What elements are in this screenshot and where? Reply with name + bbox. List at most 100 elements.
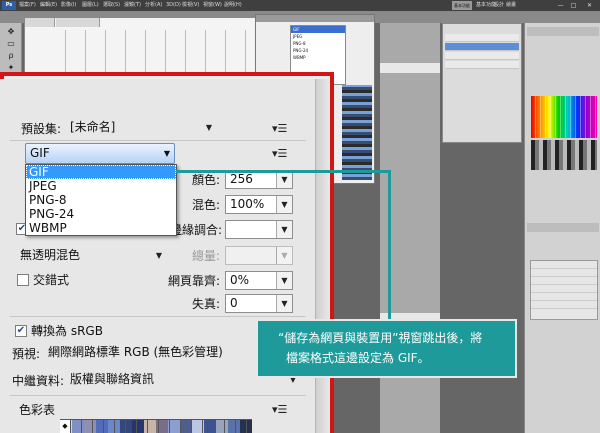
metadata-label: 中繼資料:	[12, 374, 65, 388]
layer-row[interactable]	[445, 52, 519, 60]
file-format-dropdown-list: GIF JPEG PNG-8 PNG-24 WBMP	[25, 164, 177, 236]
chevron-down-icon: ▼	[155, 251, 163, 260]
menu-layer[interactable]: 圖層(L)	[82, 0, 99, 11]
chevron-down-icon: ▼	[276, 295, 292, 312]
workspace-essentials-button[interactable]: 基本功能	[452, 1, 472, 10]
list-item: PNG-24	[293, 48, 309, 53]
dither-select[interactable]: 100% ▼	[225, 195, 293, 214]
layers-panel	[442, 23, 522, 143]
format-option-wbmp[interactable]: WBMP	[26, 221, 176, 235]
callout-connector	[388, 170, 391, 321]
menu-3d[interactable]: 3D(D)	[166, 0, 181, 11]
action-row[interactable]	[531, 293, 597, 301]
menu-view[interactable]: 檢視(V)	[182, 0, 199, 11]
color-table-swatch[interactable]: ◆	[60, 420, 71, 433]
menu-bar: Ps 檔案(F) 編輯(E) 影像(I) 圖層(L) 選取(S) 濾鏡(T) 分…	[0, 0, 600, 11]
workspace-option[interactable]: 繪畫	[506, 0, 516, 11]
interlaced-checkbox[interactable]	[17, 274, 29, 286]
lossy-select[interactable]: 0 ▼	[225, 294, 293, 313]
move-tool-icon[interactable]: ✥	[4, 27, 18, 37]
convert-srgb-label: 轉換為 sRGB	[31, 324, 103, 338]
file-format-value: GIF	[30, 146, 50, 160]
document-tab[interactable]	[25, 18, 55, 27]
menu-edit[interactable]: 編輯(E)	[40, 0, 57, 11]
list-item: WBMP	[293, 55, 306, 60]
transparency-dither-value: 無透明混色	[20, 248, 81, 262]
chevron-down-icon: ▼	[276, 272, 292, 289]
color-table-menu-icon[interactable]: ▾☰	[272, 403, 287, 417]
document-tab[interactable]	[56, 18, 100, 27]
dialog-edge	[316, 79, 330, 433]
background-dialog-titlebar	[256, 15, 374, 22]
panel-header[interactable]	[527, 223, 599, 232]
divider	[10, 395, 306, 396]
preset-label: 預設集:	[21, 122, 62, 136]
file-format-select[interactable]: GIF ▼	[25, 143, 175, 164]
action-row[interactable]	[531, 277, 597, 285]
workspace-option[interactable]: 設計	[494, 0, 504, 11]
layer-row[interactable]	[445, 34, 519, 42]
preset-select[interactable]: [未命名] ▼	[70, 119, 216, 138]
web-snap-value: 0%	[230, 273, 250, 287]
divider	[10, 140, 306, 141]
format-menu-icon[interactable]: ▾☰	[272, 147, 287, 161]
preview-select[interactable]: 網際網路標準 RGB (無色彩管理)	[48, 344, 260, 363]
matte-label: 邊緣調合:	[170, 223, 223, 237]
background-color-table	[342, 85, 372, 180]
interlaced-label: 交錯式	[33, 273, 70, 287]
marquee-tool-icon[interactable]: ▭	[4, 39, 18, 49]
preview-value: 網際網路標準 RGB (無色彩管理)	[48, 345, 223, 359]
instruction-callout: “儲存為網頁與裝置用”視窗跳出後，將 檔案格式這邊設定為 GIF。	[256, 319, 517, 378]
colors-label: 顏色:	[192, 173, 221, 187]
format-option-jpeg[interactable]: JPEG	[26, 179, 176, 193]
close-icon[interactable]: ✕	[584, 1, 595, 10]
callout-connector	[176, 170, 390, 173]
callout-line-2: 檔案格式這邊設定為 GIF。	[286, 351, 430, 365]
lossy-value: 0	[230, 296, 238, 310]
callout-line-1: “儲存為網頁與裝置用”視窗跳出後，將	[278, 331, 483, 345]
amount-select[interactable]: ▼	[225, 246, 293, 265]
color-table-label: 色彩表	[19, 403, 56, 417]
lossy-label: 失真:	[192, 297, 221, 311]
web-snap-select[interactable]: 0% ▼	[225, 271, 293, 290]
preset-value: [未命名]	[70, 120, 116, 134]
action-row[interactable]	[531, 269, 597, 277]
workspace-option[interactable]: 基本功能	[476, 0, 496, 11]
format-option-gif[interactable]: GIF	[26, 165, 176, 179]
optimize-menu-icon[interactable]: ▾☰	[272, 122, 287, 136]
dither-label: 混色:	[192, 198, 221, 212]
swatches-panel-gray	[531, 140, 597, 170]
menu-filter[interactable]: 濾鏡(T)	[124, 0, 141, 11]
action-row[interactable]	[531, 301, 597, 309]
canvas-band	[380, 63, 440, 73]
format-option-png8[interactable]: PNG-8	[26, 193, 176, 207]
layer-row[interactable]	[445, 43, 519, 51]
metadata-value: 版權與聯絡資訊	[70, 372, 155, 386]
action-row[interactable]	[531, 261, 597, 269]
list-item: JPEG	[293, 34, 303, 39]
chevron-down-icon: ▼	[205, 123, 213, 132]
transparency-dither-select[interactable]: 無透明混色 ▼	[20, 247, 166, 266]
layer-row[interactable]	[445, 61, 519, 69]
menu-select[interactable]: 選取(S)	[103, 0, 120, 11]
menu-analysis[interactable]: 分析(A)	[145, 0, 162, 11]
colors-value: 256	[230, 172, 253, 186]
minimize-icon[interactable]: —	[555, 1, 566, 10]
panel-header[interactable]	[527, 27, 599, 36]
menu-image[interactable]: 影像(I)	[61, 0, 76, 11]
convert-srgb-checkbox[interactable]	[15, 325, 27, 337]
chevron-down-icon: ▼	[163, 149, 170, 158]
menu-help[interactable]: 說明(H)	[224, 0, 242, 11]
web-snap-label: 網頁靠齊:	[168, 274, 221, 288]
list-item: GIF	[291, 26, 345, 33]
matte-select[interactable]: ▼	[225, 220, 293, 239]
menu-window[interactable]: 視窗(W)	[203, 0, 222, 11]
action-row[interactable]	[531, 285, 597, 293]
color-table[interactable]	[60, 419, 252, 433]
lasso-tool-icon[interactable]: ρ	[4, 51, 18, 61]
format-option-png24[interactable]: PNG-24	[26, 207, 176, 221]
maximize-icon[interactable]: □	[568, 1, 579, 10]
menu-file[interactable]: 檔案(F)	[19, 0, 36, 11]
preview-label: 預視:	[12, 347, 41, 361]
chevron-down-icon: ▼	[276, 196, 292, 213]
